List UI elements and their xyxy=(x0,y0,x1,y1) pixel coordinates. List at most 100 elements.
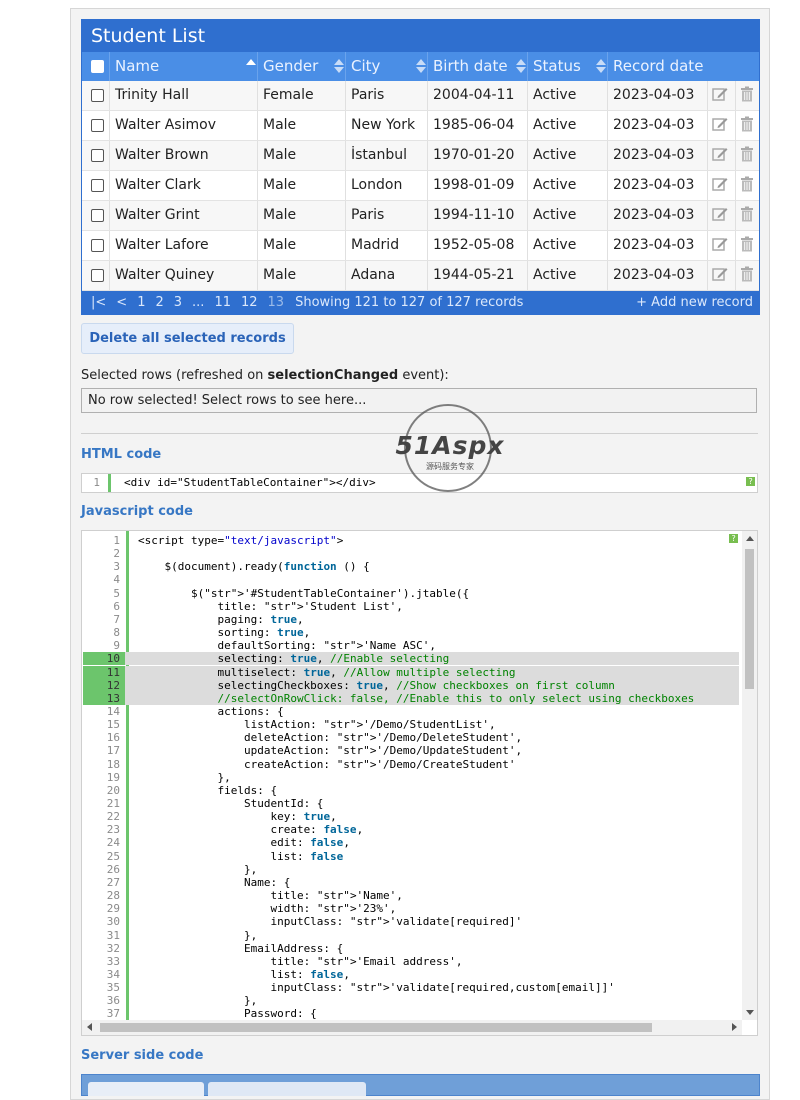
watermark-text: 51Aspx xyxy=(395,431,505,460)
row-checkbox[interactable] xyxy=(91,119,104,132)
edit-icon[interactable] xyxy=(708,111,736,140)
code-line: paging: true, xyxy=(138,612,304,626)
line-number: 35 xyxy=(106,981,120,995)
code-line: }, xyxy=(138,994,258,1008)
horizontal-scroll-thumb[interactable] xyxy=(100,1023,652,1032)
help-icon[interactable]: ? xyxy=(729,534,738,543)
row-checkbox[interactable] xyxy=(91,179,104,192)
pager-item[interactable]: 11 xyxy=(209,291,236,314)
table-cell: Active xyxy=(528,111,608,140)
javascript-code-title: Javascript code xyxy=(81,504,193,519)
code-line: createAction: "str">'/Demo/CreateStudent… xyxy=(138,757,516,771)
pager-item[interactable]: 12 xyxy=(236,291,263,314)
pager-item[interactable]: < xyxy=(111,291,132,314)
code-line: create: false, xyxy=(138,823,364,837)
column-header-status[interactable]: Status xyxy=(528,52,608,81)
add-new-record-button[interactable]: + Add new record xyxy=(636,295,753,310)
row-checkbox[interactable] xyxy=(91,239,104,252)
line-number: 5 xyxy=(113,586,120,600)
code-line: <script type="text/javascript"> xyxy=(138,534,344,547)
table-cell: 1944-05-21 xyxy=(428,261,528,290)
edit-icon[interactable] xyxy=(708,81,736,110)
row-checkbox[interactable] xyxy=(91,209,104,222)
row-select-cell xyxy=(82,261,110,290)
table-body: Trinity Hall Female Paris 2004-04-11 Active 2… xyxy=(82,81,759,291)
row-checkbox[interactable] xyxy=(91,269,104,282)
line-number: 28 xyxy=(106,889,120,903)
line-number: 37 xyxy=(106,1007,120,1021)
code-line: title: "str">'Student List', xyxy=(138,599,403,613)
code-line: StudentId: { xyxy=(138,797,324,810)
pager-item[interactable]: 3 xyxy=(169,291,187,314)
edit-icon[interactable] xyxy=(708,231,736,260)
table-cell: 2023-04-03 xyxy=(608,171,708,200)
line-number: 32 xyxy=(106,941,120,955)
table-cell: Active xyxy=(528,81,608,110)
trash-icon[interactable] xyxy=(736,171,759,200)
table-row[interactable]: Walter Grint Male Paris 1994-11-10 Active 202… xyxy=(82,201,759,231)
code-line: width: "str">'23%', xyxy=(138,902,397,916)
edit-icon[interactable] xyxy=(708,171,736,200)
pager-item[interactable]: 2 xyxy=(150,291,168,314)
table-cell: 2023-04-03 xyxy=(608,141,708,170)
server-tab[interactable] xyxy=(88,1082,204,1096)
table-cell: Paris xyxy=(346,81,428,110)
select-all-cell xyxy=(82,52,110,81)
trash-icon[interactable] xyxy=(736,261,759,290)
edit-icon[interactable] xyxy=(708,141,736,170)
line-number: 31 xyxy=(106,928,120,942)
line-number: 9 xyxy=(113,639,120,653)
table-cell: Male xyxy=(258,231,346,260)
vertical-scroll-thumb[interactable] xyxy=(745,549,754,689)
help-icon[interactable]: ? xyxy=(746,477,755,486)
student-table: Student List Name Gender City Birth date… xyxy=(81,19,760,315)
scroll-down-icon[interactable] xyxy=(746,1010,754,1015)
server-tab[interactable] xyxy=(208,1082,366,1096)
table-row[interactable]: Walter Asimov Male New York 1985-06-04 Activ… xyxy=(82,111,759,141)
scroll-right-icon[interactable] xyxy=(732,1023,737,1031)
column-header-record-date[interactable]: Record date xyxy=(608,52,759,81)
trash-icon[interactable] xyxy=(736,201,759,230)
pager-item[interactable]: 13 xyxy=(263,291,290,314)
table-row[interactable]: Walter Lafore Male Madrid 1952-05-08 Active 2… xyxy=(82,231,759,261)
watermark-tagline: 源码服务专家 xyxy=(426,462,474,471)
trash-icon[interactable] xyxy=(736,231,759,260)
javascript-code-box: 1 <script type="text/javascript"> 2 3 $(doc… xyxy=(81,530,758,1036)
column-header-label: Gender xyxy=(263,57,319,75)
trash-icon[interactable] xyxy=(736,141,759,170)
column-header-label: City xyxy=(351,57,381,75)
horizontal-scrollbar[interactable] xyxy=(82,1020,742,1035)
pager-item[interactable]: 1 xyxy=(132,291,150,314)
row-checkbox[interactable] xyxy=(91,89,104,102)
column-header-birth-date[interactable]: Birth date xyxy=(428,52,528,81)
code-line: $("str">'#StudentTableContainer').jtable… xyxy=(138,586,470,600)
edit-icon[interactable] xyxy=(708,261,736,290)
delete-selected-button[interactable]: Delete all selected records xyxy=(81,323,294,354)
code-line: listAction: "str">'/Demo/StudentList', xyxy=(138,718,496,732)
code-line: selectingCheckboxes: true, //Show checkb… xyxy=(138,678,615,692)
trash-icon[interactable] xyxy=(736,81,759,110)
code-line: edit: false, xyxy=(138,836,350,850)
trash-icon[interactable] xyxy=(736,111,759,140)
table-cell: Walter Grint xyxy=(110,201,258,230)
table-cell: Active xyxy=(528,261,608,290)
table-row[interactable]: Walter Brown Male İstanbul 1970-01-20 Active… xyxy=(82,141,759,171)
table-row[interactable]: Walter Clark Male London 1998-01-09 Active 20… xyxy=(82,171,759,201)
column-header-name[interactable]: Name xyxy=(110,52,258,81)
column-header-city[interactable]: City xyxy=(346,52,428,81)
scroll-left-icon[interactable] xyxy=(87,1023,92,1031)
table-row[interactable]: Trinity Hall Female Paris 2004-04-11 Active 2… xyxy=(82,81,759,111)
line-number: 14 xyxy=(106,704,120,718)
pager-item[interactable]: |< xyxy=(86,291,111,314)
scroll-up-icon[interactable] xyxy=(746,536,754,541)
select-all-checkbox[interactable] xyxy=(91,60,104,73)
pager: |< <1 2 3... 11 12 13 xyxy=(86,291,289,314)
line-number: 10 xyxy=(106,652,120,666)
vertical-scrollbar[interactable] xyxy=(742,531,757,1020)
column-header-gender[interactable]: Gender xyxy=(258,52,346,81)
code-line: defaultSorting: "str">'Name ASC', xyxy=(138,639,437,653)
edit-icon[interactable] xyxy=(708,201,736,230)
table-row[interactable]: Walter Quiney Male Adana 1944-05-21 Active 20… xyxy=(82,261,759,291)
row-checkbox[interactable] xyxy=(91,149,104,162)
row-select-cell xyxy=(82,81,110,110)
